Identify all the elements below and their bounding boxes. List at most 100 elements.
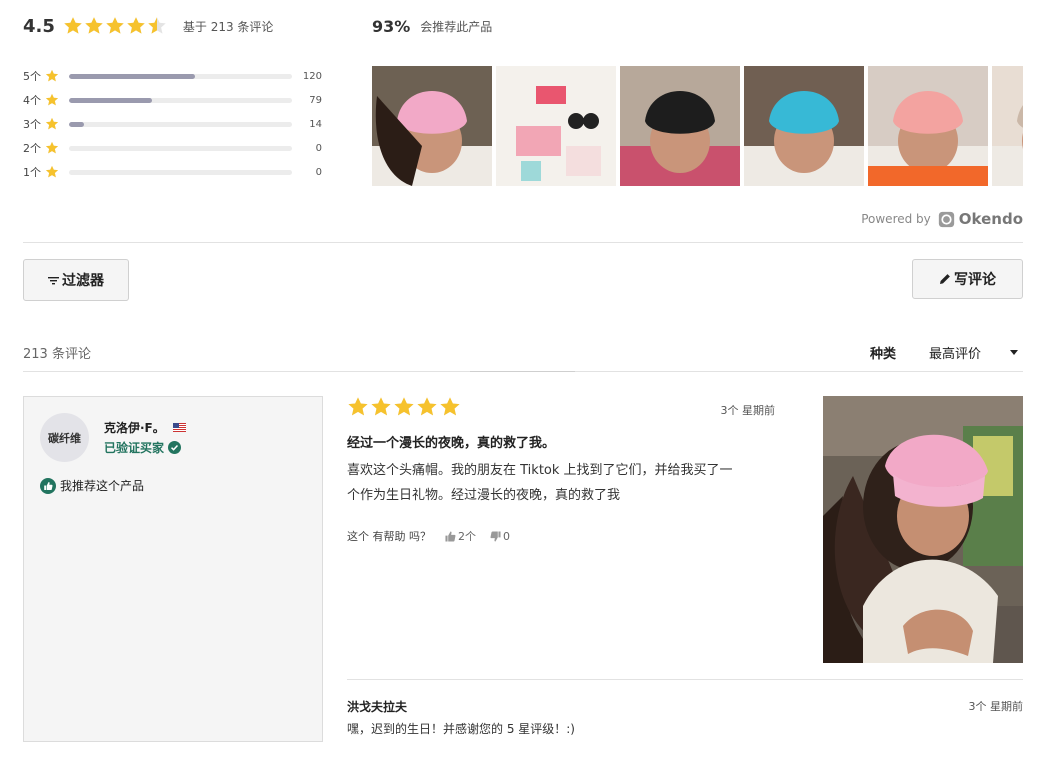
thumbs-up-icon [40, 477, 56, 494]
review-date: 3个 星期前 [720, 404, 776, 417]
distribution-count: 0 [315, 142, 322, 154]
reviewer-panel: 碳纤维 克洛伊·F。 已验证买家 我推荐这个产品 [23, 396, 323, 742]
photo-products-flatlay[interactable] [496, 66, 616, 186]
review-body-line: 个作为生日礼物。经过漫长的夜晚，真的救了我 [347, 488, 621, 503]
verified-buyer-badge: 已验证买家 [104, 439, 182, 456]
helpful-up-count: 2个 [458, 530, 476, 543]
distribution-bar-track [69, 97, 292, 103]
filter-button[interactable]: 过滤器 [23, 259, 129, 301]
star-icon [45, 93, 59, 107]
distribution-bar-track [69, 145, 292, 151]
distribution-row[interactable]: 2个 0 [23, 136, 328, 160]
review-rating-stars [347, 396, 461, 418]
star-icon [45, 141, 59, 155]
photo-partial[interactable] [992, 66, 1023, 186]
thumbs-up-icon [445, 530, 456, 542]
distribution-bar-fill [69, 121, 84, 127]
reviewer-name-row: 克洛伊·F。 [104, 419, 186, 436]
star-icon [370, 396, 392, 418]
filter-icon [48, 276, 59, 285]
distribution-label: 4个 [23, 94, 41, 107]
review-body: 喜欢这个头痛帽。我的朋友在 Tiktok 上找到了它们，并给我买了一 个作为生日… [347, 458, 777, 508]
star-icon [63, 16, 83, 36]
photo-pink-cap-woman[interactable] [372, 66, 492, 186]
okendo-logo-icon [938, 211, 954, 227]
helpful-up-button[interactable]: 2个 [445, 528, 476, 544]
powered-by-label: Powered by [861, 212, 931, 226]
powered-by-okendo: Powered by Okendo [861, 210, 1023, 228]
helpful-down-button[interactable]: 0 [490, 530, 510, 543]
photo-pink-cap-pillow[interactable] [868, 66, 988, 186]
recommend-text: 我推荐这个产品 [60, 479, 145, 493]
star-icon [45, 117, 59, 131]
star-icon [105, 16, 125, 36]
write-review-label: 写评论 [954, 272, 996, 288]
divider [23, 242, 1023, 243]
distribution-bar-track [69, 73, 292, 79]
reply-date: 3个 星期前 [968, 700, 1024, 713]
review-photo-image [823, 396, 1023, 663]
distribution-row[interactable]: 3个 14 [23, 112, 328, 136]
distribution-row[interactable]: 4个 79 [23, 88, 328, 112]
distribution-count: 0 [315, 166, 322, 178]
chevron-down-icon [1010, 350, 1018, 355]
star-icon [347, 396, 369, 418]
helpful-label: 这个 有帮助 吗？ [347, 530, 431, 543]
rating-distribution: 5个 120 4个 79 3个 14 2个 0 1个 0 [23, 64, 328, 184]
average-rating-stars [63, 16, 167, 36]
verified-label: 已验证买家 [104, 441, 165, 455]
recommend-badge: 我推荐这个产品 [40, 477, 144, 494]
star-icon [439, 396, 461, 418]
review-photo[interactable] [823, 396, 1023, 663]
pencil-icon [939, 273, 951, 285]
review-count: 213 条评论 [23, 347, 91, 362]
recommend-summary: 93% 会推荐此产品 [372, 12, 492, 40]
star-icon [45, 69, 59, 83]
distribution-label: 3个 [23, 118, 41, 131]
sort-value: 最高评价 [929, 347, 982, 362]
star-icon [416, 396, 438, 418]
distribution-bar-track [69, 121, 292, 127]
filter-button-label: 过滤器 [62, 273, 104, 289]
avatar: 碳纤维 [40, 413, 89, 462]
distribution-count: 14 [309, 118, 322, 130]
sort-select[interactable]: 最高评价 [929, 343, 1023, 362]
distribution-label: 2个 [23, 142, 41, 155]
distribution-row[interactable]: 1个 0 [23, 160, 328, 184]
star-icon [84, 16, 104, 36]
recommend-label: 会推荐此产品 [420, 19, 493, 34]
distribution-row[interactable]: 5个 120 [23, 64, 328, 88]
photo-black-cap-man[interactable] [620, 66, 740, 186]
okendo-brand: Okendo [958, 210, 1023, 228]
sort-label: 种类 [870, 347, 897, 362]
divider [347, 679, 1023, 680]
distribution-label: 1个 [23, 166, 41, 179]
reply-author: 洪戈夫拉夫 [347, 700, 408, 714]
distribution-bar-fill [69, 97, 152, 103]
star-icon [45, 165, 59, 179]
helpful-row: 这个 有帮助 吗？ 2个 0 [347, 528, 510, 544]
distribution-count: 120 [302, 70, 322, 82]
recommend-percentage: 93% [372, 16, 411, 36]
distribution-bar-track [69, 169, 292, 175]
divider-accent [470, 371, 575, 372]
helpful-down-count: 0 [503, 529, 510, 543]
media-gallery[interactable] [372, 66, 1023, 186]
distribution-label: 5个 [23, 70, 41, 83]
photo-blue-cap-woman[interactable] [744, 66, 864, 186]
average-rating-row: 4.5 基于 213 条评论 [23, 12, 273, 40]
us-flag-icon [172, 423, 186, 432]
reviewer-name: 克洛伊·F。 [104, 421, 165, 435]
reply-body: 嘿，迟到的生日！并感谢您的 5 星评级！:) [347, 722, 575, 736]
write-review-button[interactable]: 写评论 [912, 259, 1023, 299]
star-icon [147, 16, 167, 36]
distribution-bar-fill [69, 73, 195, 79]
review-title: 经过一个漫长的夜晚，真的救了我。 [347, 436, 556, 451]
based-on-count: 基于 213 条评论 [182, 19, 274, 34]
star-icon [393, 396, 415, 418]
thumbs-down-icon [490, 530, 501, 542]
review-body-line: 喜欢这个头痛帽。我的朋友在 Tiktok 上找到了它们，并给我买了一 [347, 463, 733, 478]
verified-check-icon [168, 441, 182, 454]
average-rating-value: 4.5 [23, 15, 55, 37]
distribution-count: 79 [309, 94, 322, 106]
